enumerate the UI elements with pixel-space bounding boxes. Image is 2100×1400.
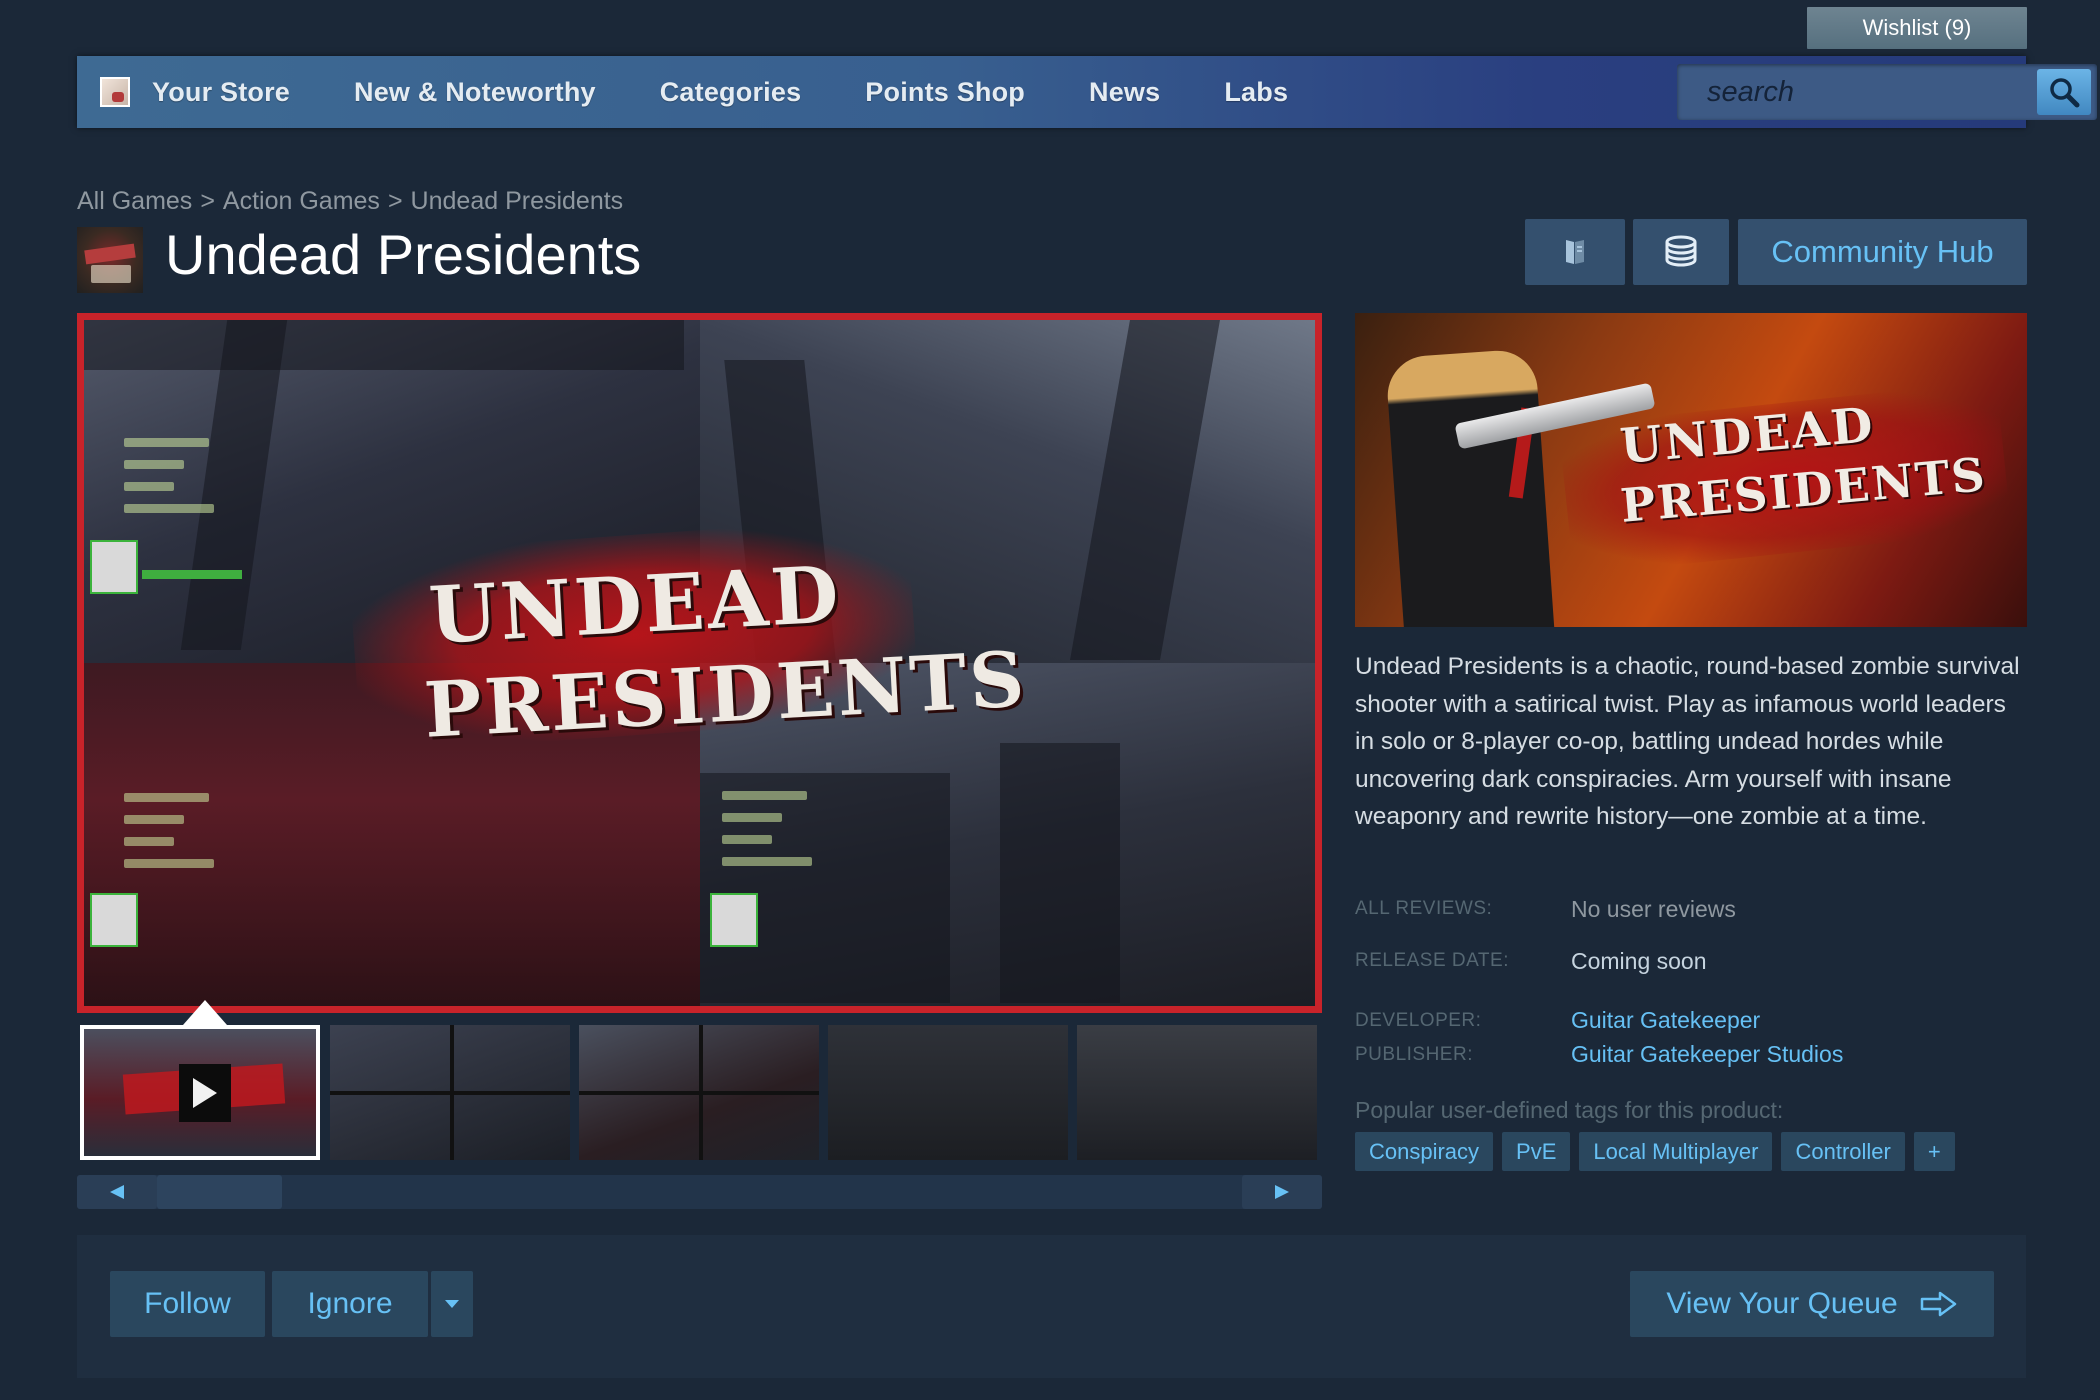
game-header-capsule: UNDEAD PRESIDENTS xyxy=(1355,313,2027,627)
slider-right-arrow[interactable] xyxy=(1242,1175,1322,1209)
triangle-right-icon xyxy=(1275,1185,1289,1199)
breadcrumb-all-games[interactable]: All Games xyxy=(77,187,192,215)
search-input[interactable] xyxy=(1677,64,2037,120)
play-icon xyxy=(179,1064,231,1122)
coins-button[interactable] xyxy=(1633,219,1729,285)
arrow-right-icon xyxy=(1920,1291,1956,1317)
caret-down-icon xyxy=(445,1300,459,1308)
breadcrumb-separator: > xyxy=(387,187,403,215)
breadcrumb: All Games > Action Games > Undead Presidents xyxy=(77,187,623,216)
reviews-label: ALL REVIEWS: xyxy=(1355,898,1493,919)
nav-news[interactable]: News xyxy=(1089,77,1160,108)
view-queue-label: View Your Queue xyxy=(1666,1287,1898,1320)
coins-icon xyxy=(1665,235,1697,267)
release-date-value: Coming soon xyxy=(1571,948,1707,974)
follow-button[interactable]: Follow xyxy=(110,1271,265,1337)
add-tag-button[interactable]: + xyxy=(1913,1132,1955,1171)
release-date-label: RELEASE DATE: xyxy=(1355,950,1509,971)
media-thumbnail[interactable] xyxy=(330,1025,570,1160)
wishlist-button[interactable]: Wishlist (9) xyxy=(1807,7,2027,49)
ignore-dropdown-button[interactable] xyxy=(431,1271,473,1337)
community-hub-button[interactable]: Community Hub xyxy=(1738,219,2027,285)
developer-label: DEVELOPER: xyxy=(1355,1010,1482,1031)
tag-list: Conspiracy PvE Local Multiplayer Control… xyxy=(1355,1132,1955,1171)
book-icon xyxy=(1566,240,1584,264)
nav-points-shop[interactable]: Points Shop xyxy=(865,77,1025,108)
publisher-label: PUBLISHER: xyxy=(1355,1044,1473,1065)
tag-pve[interactable]: PvE xyxy=(1502,1132,1571,1171)
search-icon xyxy=(2050,78,2080,108)
media-thumbnail-video[interactable] xyxy=(80,1025,320,1160)
tags-label: Popular user-defined tags for this produ… xyxy=(1355,1097,1784,1123)
breadcrumb-separator: > xyxy=(200,187,215,215)
triangle-left-icon xyxy=(110,1185,124,1199)
nav-categories[interactable]: Categories xyxy=(660,77,802,108)
game-description: Undead Presidents is a chaotic, round-ba… xyxy=(1355,653,2020,830)
book-button[interactable] xyxy=(1525,219,1625,285)
media-thumbnail[interactable] xyxy=(1077,1025,1317,1160)
tag-conspiracy[interactable]: Conspiracy xyxy=(1355,1132,1494,1171)
game-icon xyxy=(77,227,143,293)
publisher-link[interactable]: Guitar Gatekeeper Studios xyxy=(1571,1041,1843,1068)
developer-link[interactable]: Guitar Gatekeeper xyxy=(1571,1007,1760,1034)
nav-labs[interactable]: Labs xyxy=(1224,77,1288,108)
reviews-value: No user reviews xyxy=(1571,896,1736,922)
view-queue-button[interactable]: View Your Queue xyxy=(1630,1271,1994,1337)
breadcrumb-action-games[interactable]: Action Games xyxy=(223,187,380,215)
tag-local-multiplayer[interactable]: Local Multiplayer xyxy=(1579,1132,1773,1171)
media-thumbnail[interactable] xyxy=(828,1025,1068,1160)
page-title: Undead Presidents xyxy=(165,223,642,286)
tag-controller[interactable]: Controller xyxy=(1781,1132,1905,1171)
main-media-viewer[interactable]: UNDEAD PRESIDENTS xyxy=(77,313,1322,1013)
store-nav-bar: Your Store New & Noteworthy Categories P… xyxy=(77,56,2097,128)
ignore-button[interactable]: Ignore xyxy=(272,1271,428,1337)
media-thumbnail[interactable] xyxy=(579,1025,819,1160)
selected-thumbnail-indicator xyxy=(183,1000,227,1025)
slider-left-arrow[interactable] xyxy=(77,1175,157,1209)
search-button[interactable] xyxy=(2037,69,2091,115)
nav-new-noteworthy[interactable]: New & Noteworthy xyxy=(354,77,596,108)
breadcrumb-current-game[interactable]: Undead Presidents xyxy=(411,187,624,215)
search-box xyxy=(1677,64,2097,120)
user-avatar[interactable] xyxy=(100,77,130,107)
nav-your-store[interactable]: Your Store xyxy=(152,77,290,108)
media-slider-handle[interactable] xyxy=(157,1175,282,1209)
